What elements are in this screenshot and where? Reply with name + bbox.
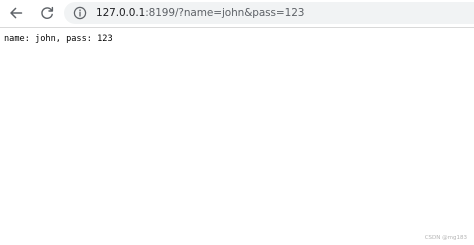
reload-button[interactable]: [36, 2, 58, 24]
reload-icon: [39, 5, 55, 21]
page-body-text: name: john, pass: 123: [4, 34, 113, 44]
address-path-query: :8199/?name=john&pass=123: [145, 7, 305, 19]
watermark: CSDN @mg183: [424, 235, 467, 241]
back-button[interactable]: [5, 2, 27, 24]
address-url[interactable]: 127.0.0.1:8199/?name=john&pass=123: [96, 7, 304, 19]
address-host: 127.0.0.1: [96, 7, 146, 19]
address-bar[interactable]: 127.0.0.1:8199/?name=john&pass=123: [64, 2, 474, 24]
arrow-left-icon: [8, 5, 24, 21]
browser-toolbar: 127.0.0.1:8199/?name=john&pass=123: [0, 0, 474, 28]
info-circle-icon[interactable]: [73, 6, 87, 20]
